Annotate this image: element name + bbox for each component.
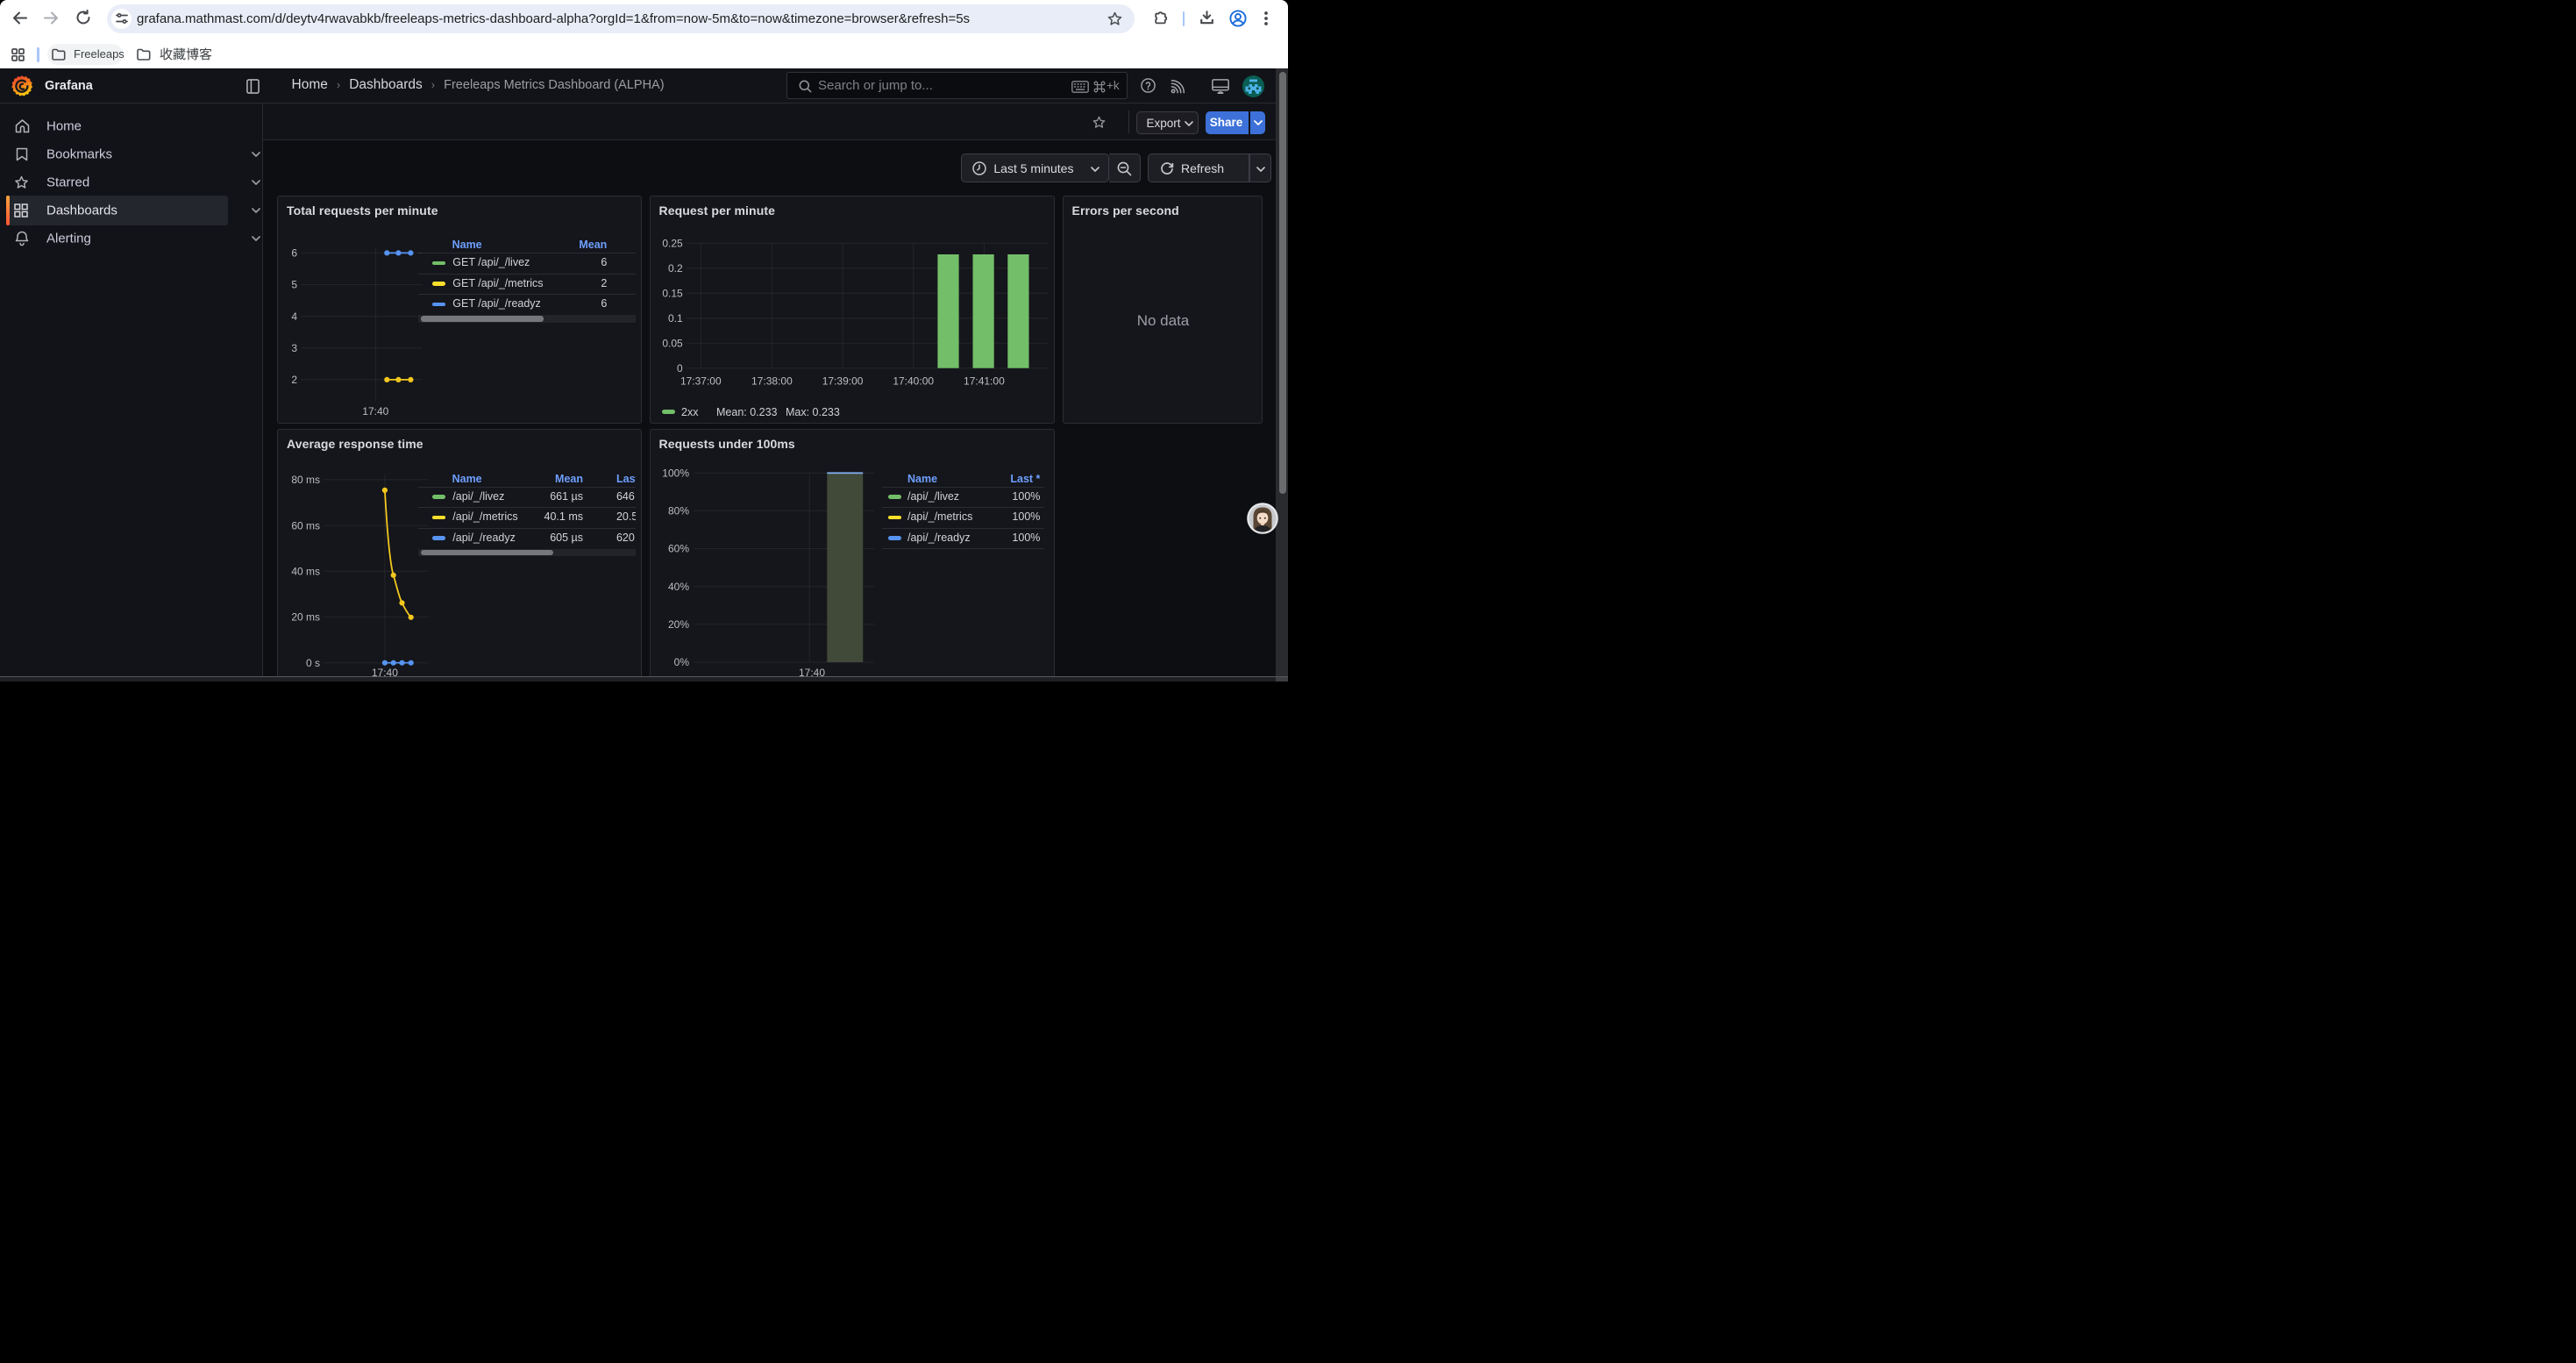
svg-text:6: 6 — [291, 247, 297, 260]
svg-text:2: 2 — [291, 374, 297, 386]
svg-text:80 ms: 80 ms — [291, 474, 320, 486]
svg-text:0.25: 0.25 — [662, 237, 683, 249]
svg-text:60 ms: 60 ms — [291, 519, 320, 532]
svg-text:0%: 0% — [673, 656, 689, 668]
svg-text:17:41:00: 17:41:00 — [964, 375, 1005, 388]
svg-text:100%: 100% — [662, 467, 689, 479]
svg-text:17:38:00: 17:38:00 — [751, 375, 793, 388]
svg-text:80%: 80% — [667, 504, 688, 517]
svg-text:0: 0 — [677, 362, 683, 375]
svg-text:0.1: 0.1 — [668, 312, 683, 325]
svg-text:17:40: 17:40 — [362, 405, 388, 417]
svg-text:40 ms: 40 ms — [291, 565, 320, 577]
svg-text:20 ms: 20 ms — [291, 610, 320, 623]
svg-text:17:37:00: 17:37:00 — [680, 375, 721, 388]
svg-text:4: 4 — [291, 310, 297, 323]
svg-text:3: 3 — [291, 342, 297, 354]
svg-text:0.05: 0.05 — [662, 337, 683, 349]
svg-text:0.2: 0.2 — [668, 262, 683, 275]
svg-text:60%: 60% — [667, 542, 688, 554]
svg-text:0 s: 0 s — [306, 656, 320, 668]
svg-text:20%: 20% — [667, 618, 688, 631]
svg-text:5: 5 — [291, 279, 297, 291]
svg-text:17:39:00: 17:39:00 — [822, 375, 863, 388]
svg-text:40%: 40% — [667, 580, 688, 592]
svg-text:0.15: 0.15 — [662, 287, 683, 299]
svg-text:17:40:00: 17:40:00 — [893, 375, 934, 388]
